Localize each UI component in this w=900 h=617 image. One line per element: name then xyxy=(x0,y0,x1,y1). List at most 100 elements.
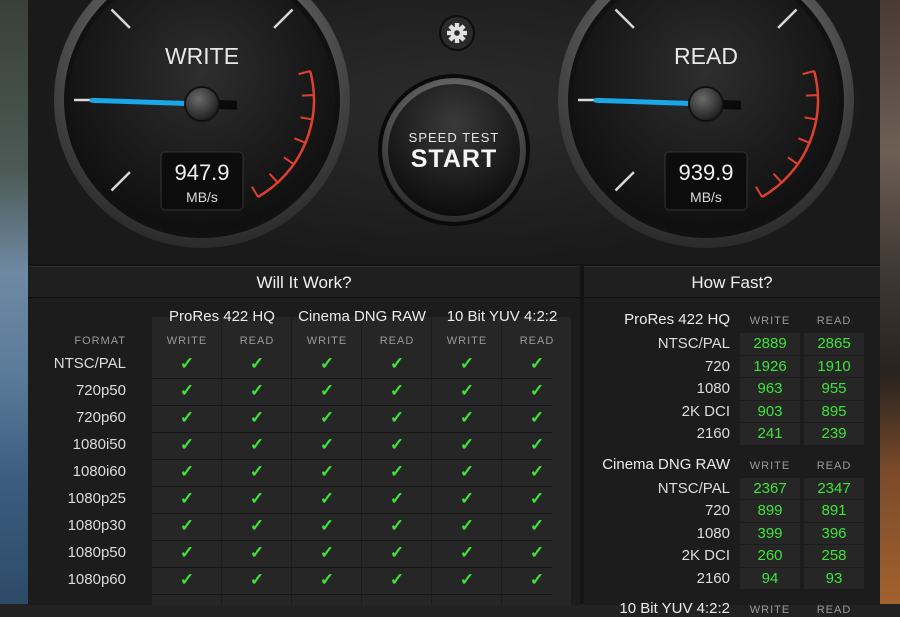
start-button-line2: START xyxy=(411,145,497,173)
will-it-work-title: Will It Work? xyxy=(28,267,580,298)
hf-write-value: 260 xyxy=(757,547,783,564)
check-icon: ✓ xyxy=(319,543,335,562)
wiw-row-label: 1080i50 xyxy=(72,436,126,453)
check-icon: ✓ xyxy=(459,354,475,373)
wiw-row-label: 1080p25 xyxy=(67,490,126,507)
write-gauge: WRITE 947.9 MB/s xyxy=(54,0,350,248)
wiw-row-divider xyxy=(152,513,552,514)
write-speed-value: 947.9 xyxy=(174,160,229,185)
check-icon: ✓ xyxy=(459,435,475,454)
check-icon: ✓ xyxy=(319,381,335,400)
check-icon: ✓ xyxy=(459,462,475,481)
hf-row-label: 720 xyxy=(704,357,730,375)
will-it-work-panel: Will It Work? FORMAT ProRes 422 HQ WRITE RE… xyxy=(28,266,580,605)
gauge-area: WRITE 947.9 MB/s READ 939.9 MB/s SPEED T… xyxy=(28,0,880,264)
wiw-row-label: NTSC/PAL xyxy=(53,355,126,372)
check-icon: ✓ xyxy=(179,489,195,508)
hf-read-value: 1910 xyxy=(817,357,851,375)
check-icon: ✓ xyxy=(319,489,335,508)
write-speed-unit: MB/s xyxy=(186,189,218,205)
check-icon: ✓ xyxy=(389,381,405,400)
hf-row-label: 720 xyxy=(704,502,730,519)
check-icon: ✓ xyxy=(179,570,195,589)
hf-read-value: 93 xyxy=(825,569,843,587)
hf-read-value: 2347 xyxy=(817,479,851,497)
check-icon: ✓ xyxy=(389,462,405,481)
check-icon: ✓ xyxy=(389,543,405,562)
gauges-svg: WRITE 947.9 MB/s READ 939.9 MB/s SPEED T… xyxy=(54,0,854,248)
wiw-write-head: WRITE xyxy=(166,335,208,347)
check-icon: ✓ xyxy=(529,408,545,427)
wiw-row-label: 720p60 xyxy=(75,409,126,426)
read-speed-value: 939.9 xyxy=(678,160,733,185)
wiw-read-head: READ xyxy=(519,335,555,347)
hf-write-value: 241 xyxy=(757,425,783,442)
check-icon: ✓ xyxy=(179,516,195,535)
wiw-row-divider xyxy=(152,405,552,406)
wiw-write-head: WRITE xyxy=(446,335,488,347)
check-icon: ✓ xyxy=(249,462,265,481)
hf-read-head: READ xyxy=(816,459,852,472)
check-icon: ✓ xyxy=(179,435,195,454)
hf-read-head: READ xyxy=(816,315,852,327)
wiw-row-divider xyxy=(152,432,552,433)
check-icon: ✓ xyxy=(459,489,475,508)
check-icon: ✓ xyxy=(529,435,545,454)
start-button[interactable]: SPEED TEST START xyxy=(378,74,530,226)
hf-write-value: 399 xyxy=(757,524,783,542)
check-icon: ✓ xyxy=(319,516,335,535)
hf-read-value: 239 xyxy=(821,425,847,442)
check-icon: ✓ xyxy=(249,408,265,427)
hf-write-head: WRITE xyxy=(749,315,791,327)
check-icon: ✓ xyxy=(529,543,545,562)
check-icon: ✓ xyxy=(389,570,405,589)
wiw-row-divider xyxy=(152,378,552,379)
check-icon: ✓ xyxy=(389,516,405,535)
check-icon: ✓ xyxy=(459,516,475,535)
write-needle-hub xyxy=(184,86,220,122)
check-icon: ✓ xyxy=(529,516,545,535)
hf-write-value: 2889 xyxy=(753,335,787,352)
check-icon: ✓ xyxy=(319,354,335,373)
hf-read-value: 2865 xyxy=(817,335,851,352)
wiw-row-divider xyxy=(152,594,552,595)
desktop-wallpaper-left xyxy=(0,0,28,604)
check-icon: ✓ xyxy=(179,408,195,427)
write-gauge-title: WRITE xyxy=(165,43,239,69)
wiw-row-divider xyxy=(152,459,552,460)
hf-row-label: 2160 xyxy=(696,425,730,442)
read-gauge-title: READ xyxy=(674,43,738,69)
how-fast-panel: How Fast? ProRes 422 HQ WRITE READ NTSC/PAL… xyxy=(584,266,880,617)
wiw-row-divider xyxy=(152,540,552,541)
how-fast-title: How Fast? xyxy=(584,267,880,298)
wiw-row-label: 720p50 xyxy=(75,382,126,399)
gear-icon xyxy=(447,23,467,43)
check-icon: ✓ xyxy=(249,570,265,589)
check-icon: ✓ xyxy=(249,543,265,562)
check-icon: ✓ xyxy=(319,462,335,481)
check-icon: ✓ xyxy=(389,354,405,373)
check-icon: ✓ xyxy=(249,354,265,373)
check-icon: ✓ xyxy=(389,408,405,427)
hf-group-name: Cinema DNG RAW xyxy=(602,455,730,473)
check-icon: ✓ xyxy=(529,381,545,400)
wiw-group-head: Cinema DNG RAW xyxy=(298,308,426,325)
check-icon: ✓ xyxy=(459,570,475,589)
check-icon: ✓ xyxy=(249,489,265,508)
hf-write-head: WRITE xyxy=(749,459,791,472)
read-speed-unit: MB/s xyxy=(690,189,722,205)
settings-button[interactable] xyxy=(439,15,475,51)
start-button-line1: SPEED TEST xyxy=(409,130,500,145)
check-icon: ✓ xyxy=(389,489,405,508)
check-icon: ✓ xyxy=(529,489,545,508)
hf-group-name: 10 Bit YUV 4:2:2 xyxy=(619,600,730,617)
check-icon: ✓ xyxy=(459,408,475,427)
format-column-label: FORMAT xyxy=(74,335,126,347)
hf-row-label: NTSC/PAL xyxy=(657,479,730,497)
wiw-read-head: READ xyxy=(379,335,415,347)
desktop-wallpaper-right xyxy=(880,0,900,604)
check-icon: ✓ xyxy=(249,516,265,535)
hf-read-head: READ xyxy=(816,604,852,616)
hf-write-value: 1926 xyxy=(753,357,787,375)
hf-row-label: 1080 xyxy=(696,524,730,542)
